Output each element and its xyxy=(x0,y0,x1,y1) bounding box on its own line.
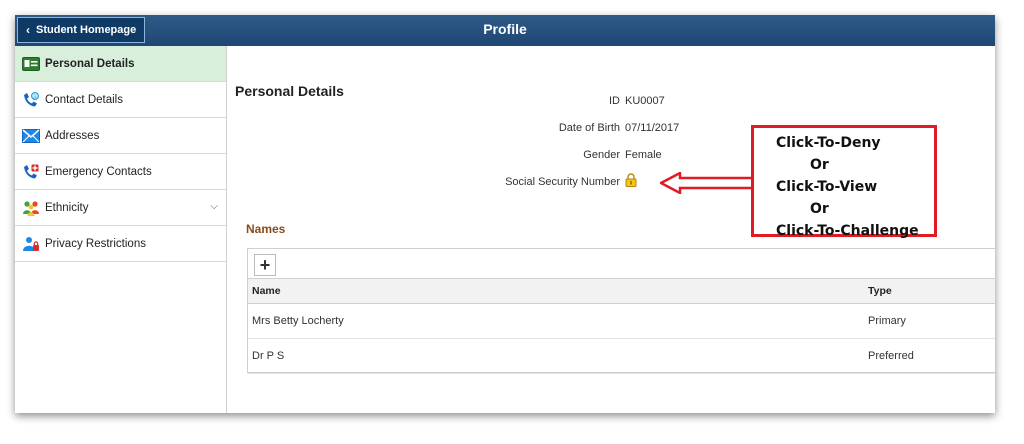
phone-email-icon: @ xyxy=(21,91,41,109)
gender-value: Female xyxy=(625,149,662,161)
callout-line: Click-To-Deny xyxy=(776,135,881,151)
ssn-label: Social Security Number xyxy=(505,176,620,188)
names-section-title: Names xyxy=(246,222,286,236)
name-cell: Dr P S xyxy=(252,350,285,362)
annotation-callout: Click-To-Deny Or Click-To-View Or Click-… xyxy=(751,125,937,239)
lock-icon xyxy=(625,173,637,187)
sidebar-item-label: Addresses xyxy=(45,129,100,142)
callout-line: Click-To-View xyxy=(776,179,878,195)
type-cell: Preferred xyxy=(868,350,914,362)
section-title: Personal Details xyxy=(235,83,344,99)
chevron-down-icon[interactable]: ⌵ xyxy=(210,201,218,212)
table-row[interactable]: Mrs Betty Locherty Primary xyxy=(248,304,995,339)
app-window: ‹ Student Homepage Profile Personal Deta… xyxy=(15,15,995,413)
page-title: Profile xyxy=(483,21,527,37)
sidebar-item-label: Ethnicity xyxy=(45,201,89,214)
envelope-icon xyxy=(21,127,41,145)
name-cell: Mrs Betty Locherty xyxy=(252,315,344,327)
add-name-button[interactable]: + xyxy=(254,254,276,276)
grid-header: Name Type xyxy=(248,278,995,304)
user-lock-icon xyxy=(21,235,41,253)
type-cell: Primary xyxy=(868,315,906,327)
sidebar-item-contact-details[interactable]: @ Contact Details xyxy=(15,82,226,118)
table-row[interactable]: Dr P S Preferred xyxy=(248,339,995,374)
id-label: ID xyxy=(609,95,620,107)
top-bar: ‹ Student Homepage Profile xyxy=(15,15,995,46)
callout-arrow xyxy=(660,172,754,194)
id-value: KU0007 xyxy=(625,95,665,107)
svg-text:@: @ xyxy=(33,94,38,100)
sidebar-item-label: Privacy Restrictions xyxy=(45,237,146,250)
column-header-name[interactable]: Name xyxy=(252,285,281,297)
people-icon xyxy=(21,199,41,217)
column-header-type[interactable]: Type xyxy=(868,285,892,297)
sidebar-item-privacy-restrictions[interactable]: Privacy Restrictions xyxy=(15,226,226,262)
callout-line: Click-To-Challenge xyxy=(776,223,919,239)
ssn-lock-button[interactable] xyxy=(625,173,637,190)
plus-icon: + xyxy=(259,254,271,275)
gender-label: Gender xyxy=(583,149,620,161)
callout-line: Or xyxy=(810,201,829,217)
sidebar: Personal Details @ Contact Details Addre… xyxy=(15,46,227,413)
sidebar-item-personal-details[interactable]: Personal Details xyxy=(15,46,226,82)
sidebar-item-addresses[interactable]: Addresses xyxy=(15,118,226,154)
sidebar-item-label: Emergency Contacts xyxy=(45,165,152,178)
sidebar-item-label: Personal Details xyxy=(45,57,135,70)
date-of-birth-label: Date of Birth xyxy=(558,122,620,134)
sidebar-item-label: Contact Details xyxy=(45,93,123,106)
id-card-icon xyxy=(21,55,41,73)
callout-line: Or xyxy=(810,157,829,173)
sidebar-item-ethnicity[interactable]: Ethnicity ⌵ xyxy=(15,190,226,226)
names-grid: + Name Type Mrs Betty Locherty Primary D… xyxy=(247,248,995,374)
sidebar-item-emergency-contacts[interactable]: Emergency Contacts xyxy=(15,154,226,190)
date-of-birth-value: 07/11/2017 xyxy=(625,122,680,134)
phone-emergency-icon xyxy=(21,163,41,181)
